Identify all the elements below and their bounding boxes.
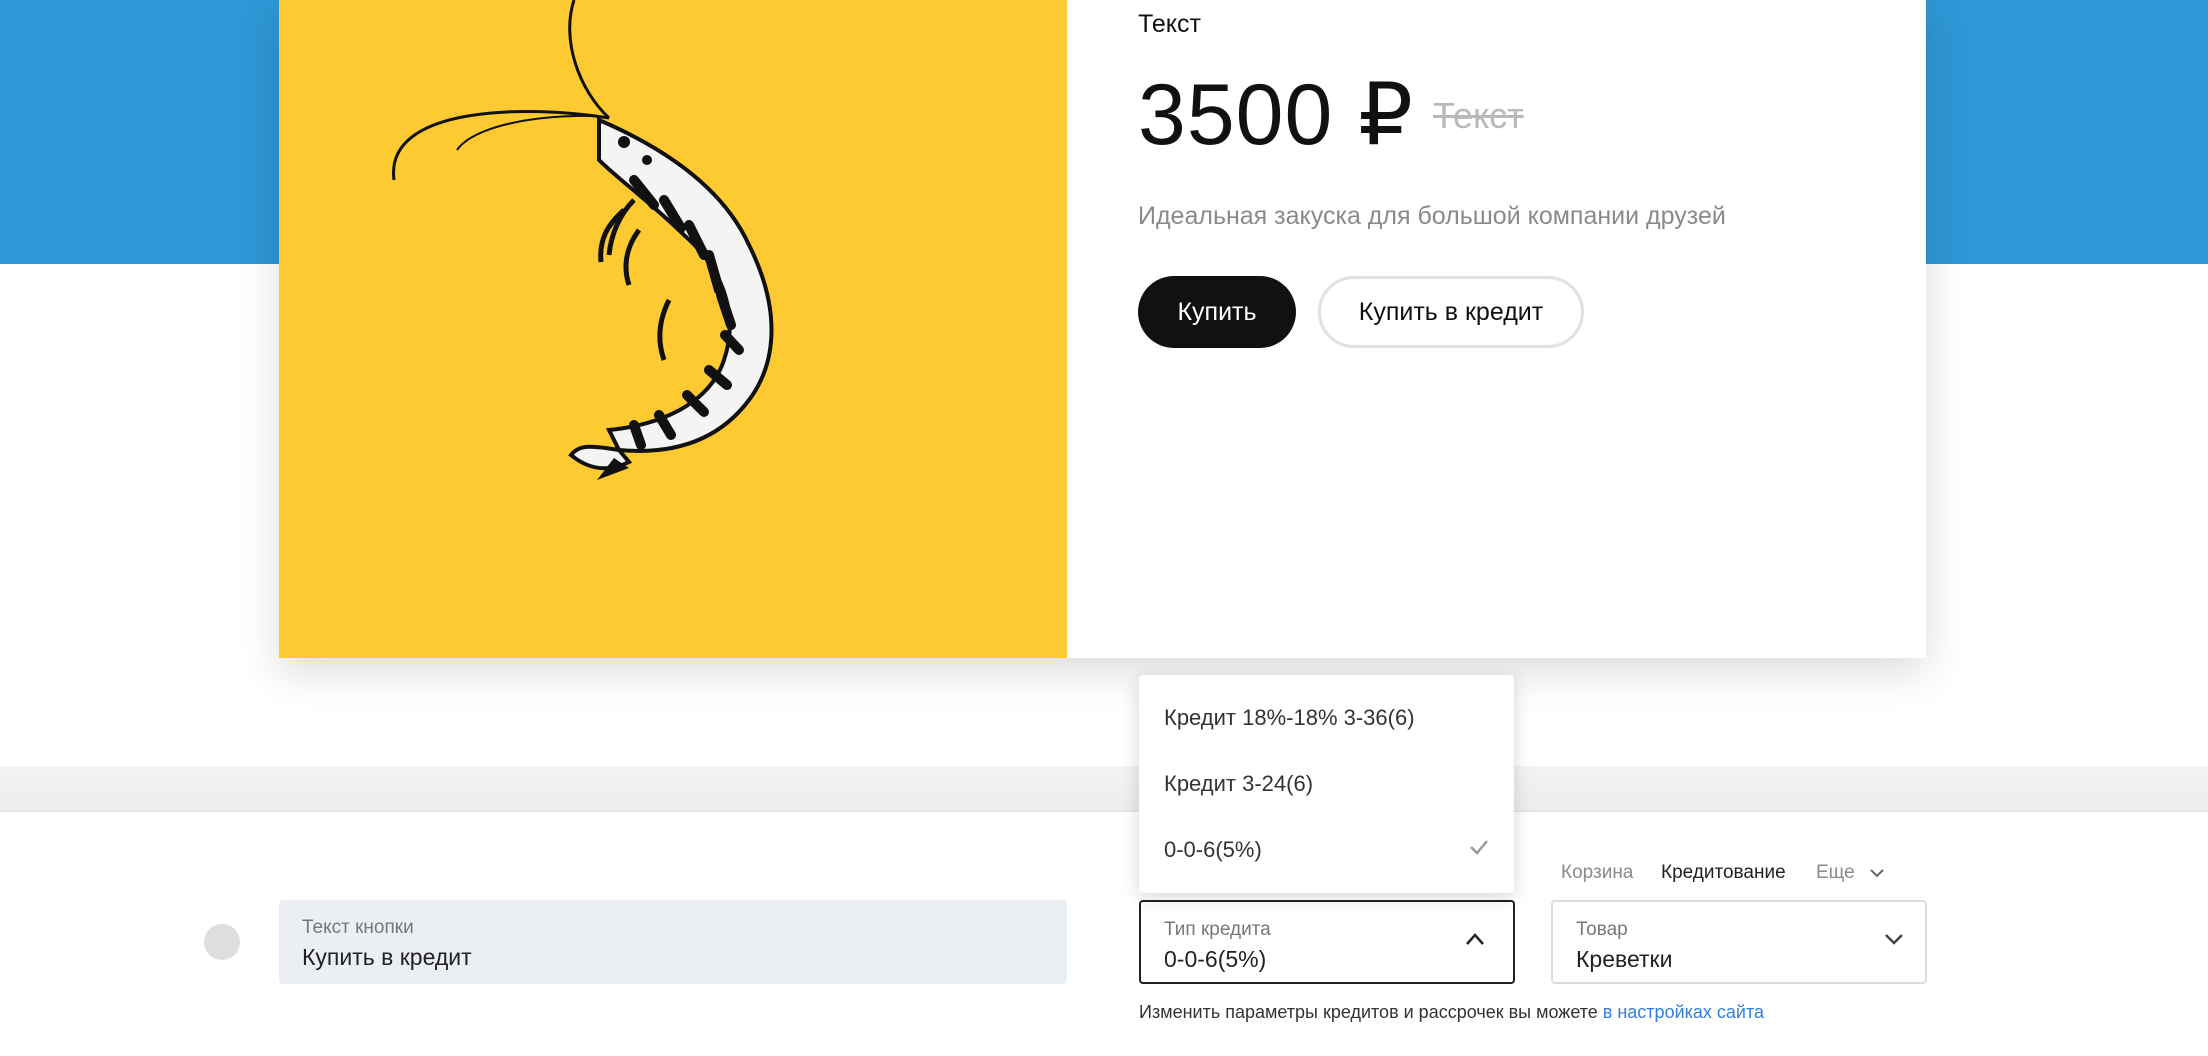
- goods-select[interactable]: Товар Креветки: [1551, 900, 1927, 984]
- dropdown-option[interactable]: Кредит 18%-18% 3-36(6): [1164, 705, 1415, 731]
- credit-type-value: 0-0-6(5%): [1164, 946, 1267, 972]
- dropdown-option-selected[interactable]: 0-0-6(5%): [1164, 837, 1262, 863]
- chevron-up-icon: [1466, 933, 1484, 945]
- buy-button[interactable]: Купить: [1138, 276, 1296, 348]
- tab-cart[interactable]: Корзина: [1561, 862, 1633, 884]
- credit-settings-note: Изменить параметры кредитов и рассрочек …: [1139, 1002, 1764, 1023]
- product-subtitle: Текст: [1138, 10, 1201, 38]
- product-card: Текст 3500 ₽ Текст Идеальная закуска для…: [279, 0, 1926, 658]
- site-settings-link[interactable]: в настройках сайта: [1603, 1002, 1764, 1022]
- dropdown-option[interactable]: Кредит 3-24(6): [1164, 771, 1313, 797]
- tab-more-label: Еще: [1816, 862, 1855, 883]
- product-price: 3500 ₽: [1138, 67, 1414, 163]
- old-price: Текст: [1433, 95, 1524, 136]
- credit-type-select[interactable]: Тип кредита 0-0-6(5%): [1139, 900, 1515, 984]
- shrimp-illustration: [392, 0, 774, 480]
- chevron-down-icon: [1870, 869, 1884, 878]
- goods-value: Креветки: [1576, 946, 1673, 972]
- section-divider: [0, 766, 2208, 812]
- button-text-field[interactable]: Текст кнопки Купить в кредит: [279, 900, 1067, 984]
- drag-handle[interactable]: [204, 924, 240, 960]
- product-description: Идеальная закуска для большой компании д…: [1138, 202, 1726, 230]
- tab-crediting[interactable]: Кредитование: [1661, 862, 1786, 884]
- product-image: [279, 0, 1067, 658]
- goods-label: Товар: [1576, 919, 1628, 940]
- buy-on-credit-button[interactable]: Купить в кредит: [1318, 276, 1584, 348]
- button-text-label: Текст кнопки: [302, 917, 414, 938]
- credit-type-dropdown: Кредит 18%-18% 3-36(6) Кредит 3-24(6) 0-…: [1139, 675, 1514, 893]
- chevron-down-icon: [1885, 934, 1903, 945]
- button-text-value: Купить в кредит: [302, 944, 472, 970]
- tab-more[interactable]: Еще: [1816, 862, 1884, 884]
- credit-type-label: Тип кредита: [1164, 919, 1271, 940]
- note-text: Изменить параметры кредитов и рассрочек …: [1139, 1002, 1603, 1022]
- check-icon: [1470, 840, 1488, 855]
